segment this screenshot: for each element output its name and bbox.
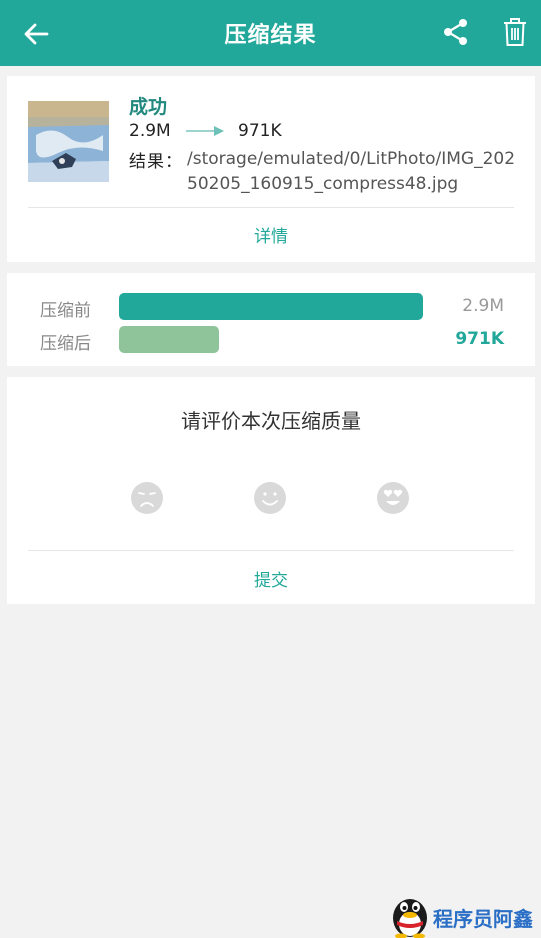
sad-face-icon[interactable] <box>130 481 164 515</box>
details-button[interactable]: 详情 <box>7 222 535 247</box>
before-size-value: 2.9M <box>462 296 504 316</box>
watermark-text: 程序员阿鑫 <box>433 907 533 931</box>
app-screen: 压缩结果 成功 2.9M 971K 结果： /storage/emulated/… <box>0 0 541 938</box>
before-size-bar <box>119 293 423 320</box>
result-path-value: /storage/emulated/0/LitPhoto/IMG_2025020… <box>187 149 516 194</box>
after-size-value: 971K <box>455 329 504 349</box>
divider <box>28 550 514 551</box>
arrow-right-icon <box>186 126 224 136</box>
image-thumbnail[interactable] <box>28 101 109 182</box>
before-label: 压缩前 <box>40 301 91 321</box>
compressed-size: 971K <box>238 121 282 141</box>
thumbnail-picture <box>28 101 109 182</box>
smile-face-icon[interactable] <box>253 481 287 515</box>
divider <box>28 207 514 208</box>
penguin-icon <box>393 899 427 938</box>
after-size-bar <box>119 326 219 353</box>
trash-icon[interactable] <box>502 17 528 47</box>
result-status: 成功 <box>129 96 168 118</box>
result-card: 成功 2.9M 971K 结果： /storage/emulated/0/Lit… <box>7 76 535 262</box>
rating-card: 请评价本次压缩质量 提交 <box>7 377 535 604</box>
after-label: 压缩后 <box>40 334 91 354</box>
submit-button[interactable]: 提交 <box>7 566 535 591</box>
app-header: 压缩结果 <box>0 0 541 66</box>
size-comparison-card: 压缩前 2.9M 压缩后 971K <box>7 273 535 366</box>
original-size: 2.9M <box>129 121 171 141</box>
result-path-label: 结果： <box>129 152 183 172</box>
heart-eyes-face-icon[interactable] <box>376 481 410 515</box>
share-icon[interactable] <box>443 18 469 46</box>
watermark: 程序员阿鑫 <box>388 894 538 938</box>
rating-title: 请评价本次压缩质量 <box>181 409 361 433</box>
